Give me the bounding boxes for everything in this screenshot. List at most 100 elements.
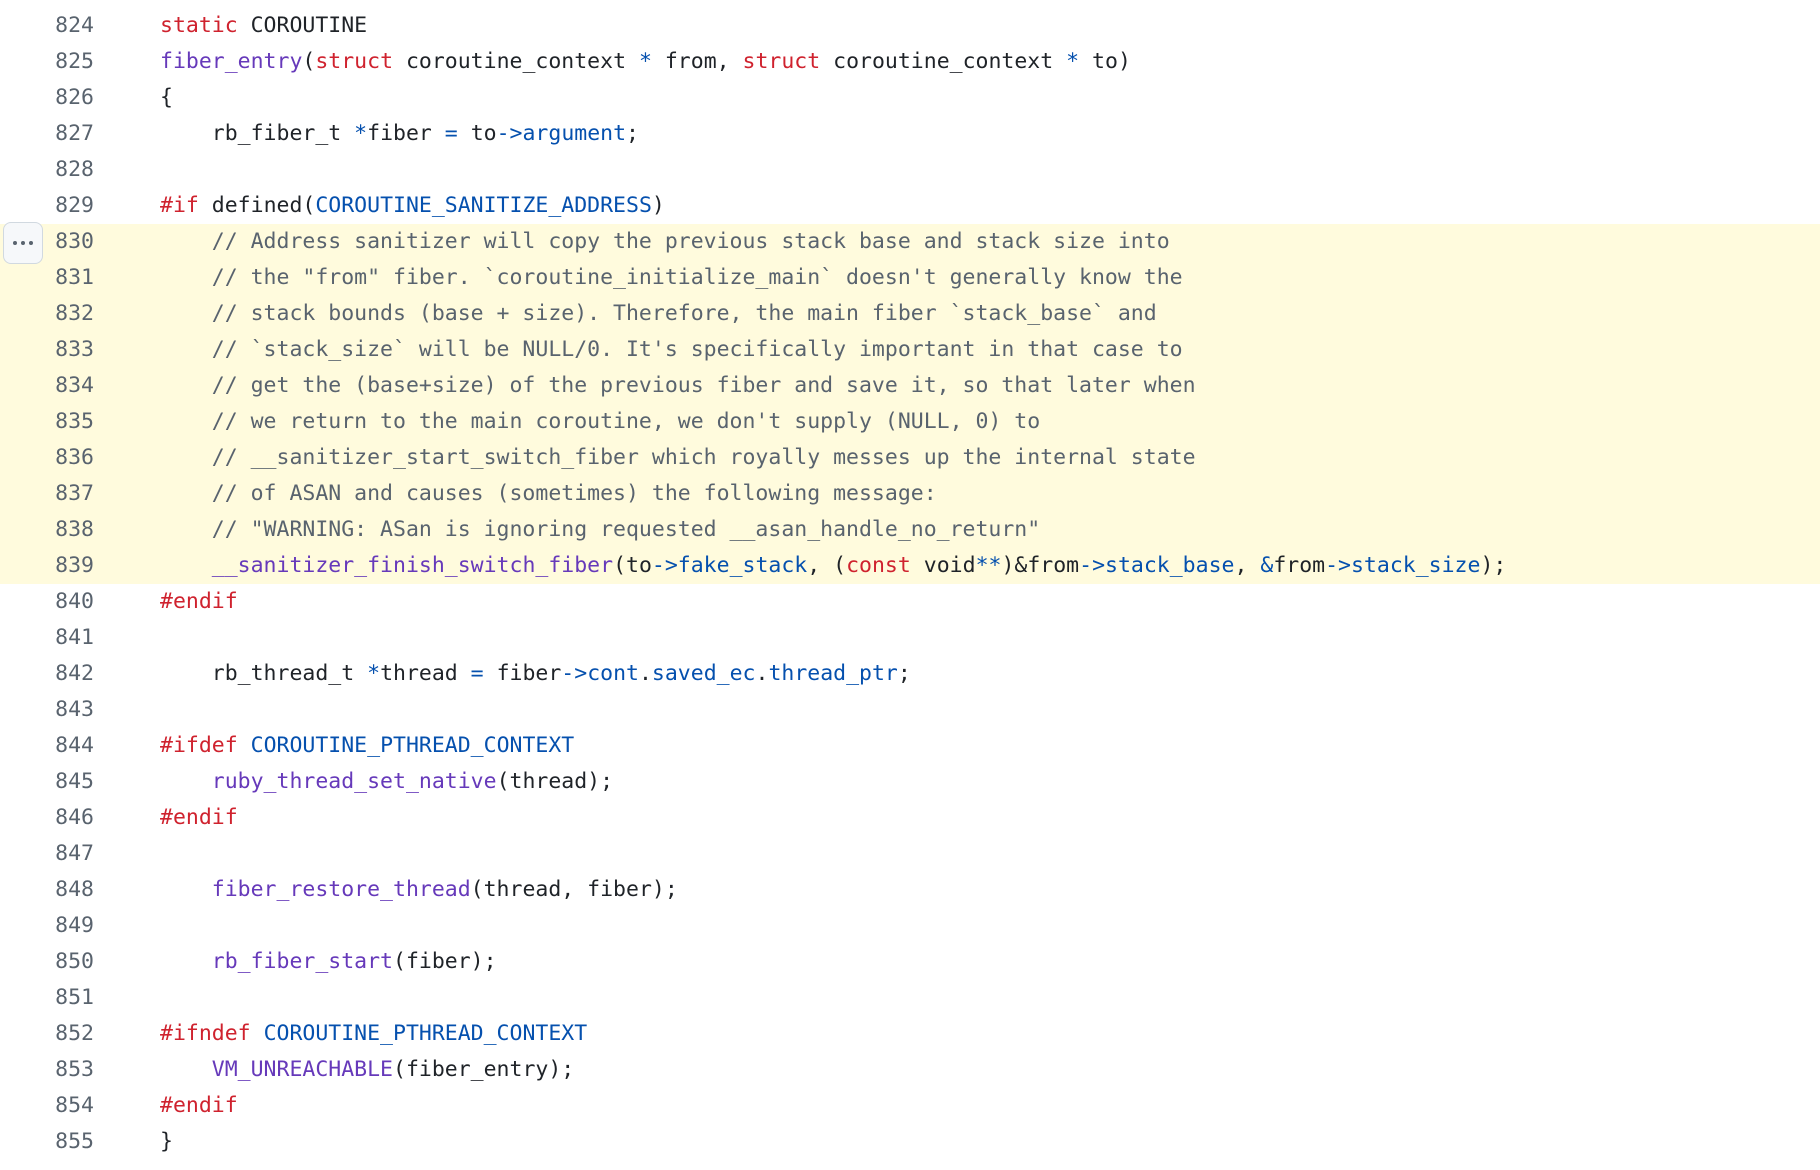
line-number[interactable]: 840 xyxy=(0,584,94,620)
line-number[interactable]: 855 xyxy=(0,1124,94,1160)
line-number[interactable]: 850 xyxy=(0,944,94,980)
line-options-button[interactable] xyxy=(3,222,43,264)
line-number[interactable]: 832 xyxy=(0,296,94,332)
code-line: 842 rb_thread_t *thread = fiber->cont.sa… xyxy=(0,656,1820,692)
line-code: #endif xyxy=(160,1088,238,1124)
code-token: (fiber_entry); xyxy=(393,1057,575,1082)
code-token: -> xyxy=(651,553,678,578)
code-token: -> xyxy=(496,121,523,146)
line-number[interactable]: 845 xyxy=(0,764,94,800)
code-token: #ifdef xyxy=(160,733,238,758)
code-token: COROUTINE_PTHREAD_CONTEXT xyxy=(250,733,575,758)
code-token: * xyxy=(367,661,381,686)
code-token: #endif xyxy=(160,589,238,614)
code-line: 843 xyxy=(0,692,1820,728)
code-line: 828 xyxy=(0,152,1820,188)
code-token: // stack bounds (base + size). Therefore… xyxy=(160,301,1157,326)
code-token: COROUTINE_SANITIZE_ADDRESS xyxy=(315,193,652,218)
line-number[interactable]: 852 xyxy=(0,1016,94,1052)
code-token: const xyxy=(846,553,911,578)
code-line: 847 xyxy=(0,836,1820,872)
line-code: rb_thread_t *thread = fiber->cont.saved_… xyxy=(160,656,911,692)
code-token: // of ASAN and causes (sometimes) the fo… xyxy=(160,481,937,506)
code-token: = xyxy=(444,121,458,146)
line-code: // get the (base+size) of the previous f… xyxy=(160,368,1196,404)
line-number[interactable]: 829 xyxy=(0,188,94,224)
line-number[interactable]: 827 xyxy=(0,116,94,152)
code-token: ) xyxy=(651,193,665,218)
code-line: 824 static COROUTINE xyxy=(0,8,1820,44)
line-code: fiber_entry(struct coroutine_context * f… xyxy=(160,44,1131,80)
line-number[interactable]: 853 xyxy=(0,1052,94,1088)
line-number[interactable]: 839 xyxy=(0,548,94,584)
line-number[interactable]: 835 xyxy=(0,404,94,440)
line-number[interactable]: 834 xyxy=(0,368,94,404)
line-code: VM_UNREACHABLE(fiber_entry); xyxy=(160,1052,574,1088)
code-token: * xyxy=(354,121,368,146)
line-code: } xyxy=(160,1124,173,1160)
line-code: #ifndef COROUTINE_PTHREAD_CONTEXT xyxy=(160,1016,587,1052)
line-number[interactable]: 842 xyxy=(0,656,94,692)
code-token: ); xyxy=(1480,553,1507,578)
code-token: defined( xyxy=(198,193,316,218)
code-line: 825 fiber_entry(struct coroutine_context … xyxy=(0,44,1820,80)
code-token: ruby_thread_set_native xyxy=(211,769,497,794)
code-token: ; xyxy=(626,121,639,146)
line-number[interactable]: 844 xyxy=(0,728,94,764)
line-number[interactable]: 843 xyxy=(0,692,94,728)
code-token: struct xyxy=(315,49,394,74)
line-number[interactable]: 854 xyxy=(0,1088,94,1124)
code-token: COROUTINE xyxy=(237,13,368,38)
line-number[interactable]: 837 xyxy=(0,476,94,512)
code-line: 846 #endif xyxy=(0,800,1820,836)
code-token: fiber_entry xyxy=(160,49,303,74)
line-code: fiber_restore_thread(thread, fiber); xyxy=(160,872,678,908)
code-token: VM_UNREACHABLE xyxy=(211,1057,393,1082)
line-number[interactable]: 851 xyxy=(0,980,94,1016)
line-code: // of ASAN and causes (sometimes) the fo… xyxy=(160,476,937,512)
line-code: __sanitizer_finish_switch_fiber(to->fake… xyxy=(160,548,1507,584)
code-token: // __sanitizer_start_switch_fiber which … xyxy=(160,445,1196,470)
line-number[interactable]: 848 xyxy=(0,872,94,908)
line-number[interactable]: 846 xyxy=(0,800,94,836)
code-line: 850 rb_fiber_start(fiber); xyxy=(0,944,1820,980)
line-number[interactable]: 838 xyxy=(0,512,94,548)
code-token: -> xyxy=(1325,553,1351,578)
line-number[interactable]: 831 xyxy=(0,260,94,296)
line-number[interactable]: 849 xyxy=(0,908,94,944)
line-code: rb_fiber_t *fiber = to->argument; xyxy=(160,116,639,152)
code-line: 831 // the "from" fiber. `coroutine_init… xyxy=(0,260,1820,296)
code-token: from, xyxy=(651,49,743,74)
code-token: ; xyxy=(897,661,911,686)
line-code: #endif xyxy=(160,584,238,620)
line-number[interactable]: 824 xyxy=(0,8,94,44)
code-token: rb_fiber_t xyxy=(160,121,355,146)
line-number[interactable]: 828 xyxy=(0,152,94,188)
code-token: -> xyxy=(561,661,588,686)
line-number[interactable]: 836 xyxy=(0,440,94,476)
line-number[interactable]: 826 xyxy=(0,80,94,116)
line-number[interactable]: 847 xyxy=(0,836,94,872)
code-token: #endif xyxy=(160,1093,238,1118)
code-token: )&from xyxy=(1001,553,1080,578)
code-token: coroutine_context xyxy=(393,49,639,74)
code-token: rb_thread_t xyxy=(160,661,368,686)
line-code: #ifdef COROUTINE_PTHREAD_CONTEXT xyxy=(160,728,574,764)
code-token: from xyxy=(1273,553,1326,578)
code-token: ** xyxy=(975,553,1002,578)
code-token: // get the (base+size) of the previous f… xyxy=(160,373,1196,398)
line-code: // "WARNING: ASan is ignoring requested … xyxy=(160,512,1040,548)
line-number[interactable]: 833 xyxy=(0,332,94,368)
code-token: * xyxy=(638,49,652,74)
line-number[interactable]: 841 xyxy=(0,620,94,656)
code-token: , xyxy=(1234,553,1261,578)
code-token: . xyxy=(755,661,769,686)
line-code: // Address sanitizer will copy the previ… xyxy=(160,224,1170,260)
line-number[interactable]: 825 xyxy=(0,44,94,80)
code-token: thread xyxy=(380,661,471,686)
code-token: to) xyxy=(1079,49,1131,74)
line-code: rb_fiber_start(fiber); xyxy=(160,944,497,980)
line-code: // stack bounds (base + size). Therefore… xyxy=(160,296,1157,332)
